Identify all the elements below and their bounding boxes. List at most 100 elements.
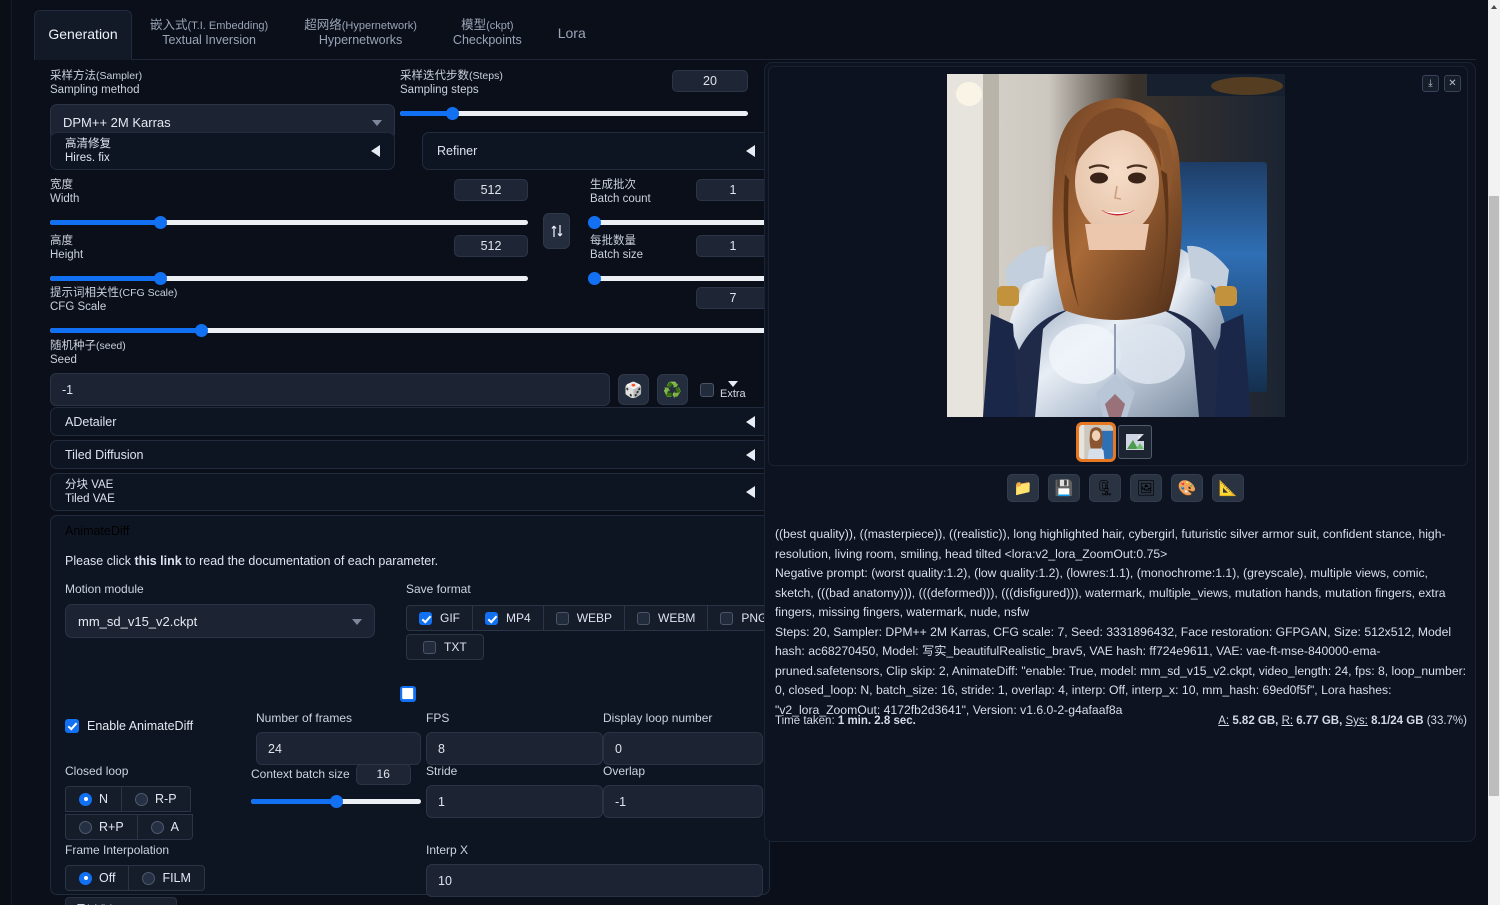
page-content: Generation 嵌入式(T.I. Embedding) Textual I… (12, 0, 1490, 905)
steps-value-input[interactable]: 20 (672, 70, 748, 92)
seed-input[interactable]: -1 (50, 373, 610, 406)
save-format-label: Save format (406, 582, 471, 596)
cfg-slider[interactable] (50, 323, 770, 337)
download-icon: ⤓ (1428, 78, 1433, 89)
closed-loop-option-n[interactable]: N (65, 786, 123, 812)
tiled-vae-title-en: Tiled VAE (65, 492, 115, 505)
batch-size-slider[interactable] (588, 271, 770, 285)
prompt-text[interactable]: ((best quality)), ((masterpiece)), ((rea… (775, 525, 1467, 564)
negative-prompt-text[interactable]: Negative prompt: (worst quality:1.2), (l… (775, 564, 1467, 623)
page-left-edge (0, 0, 12, 905)
format-checkbox-webp[interactable]: WEBP (543, 605, 626, 631)
batch-size-input[interactable]: 1 (696, 235, 770, 257)
cfg-label-en: CFG Scale (50, 301, 107, 313)
save-button[interactable]: 💾 (1048, 474, 1080, 502)
radio-film (142, 871, 156, 885)
motion-module-select[interactable]: mm_sd_v15_v2.ckpt (65, 604, 375, 638)
format-checkbox-gif[interactable]: GIF (406, 605, 473, 631)
reuse-seed-button[interactable]: ♻️ (657, 374, 688, 405)
batch-count-slider[interactable] (588, 215, 770, 229)
height-slider[interactable] (50, 271, 528, 285)
close-preview-button[interactable]: ✕ (1444, 75, 1461, 92)
tab-lora[interactable]: Lora (540, 10, 604, 59)
frame-interp-option-film[interactable]: FILM (129, 865, 205, 891)
send-to-inpaint-button[interactable]: 🎨 (1171, 474, 1203, 502)
accordion-tiled-diffusion[interactable]: Tiled Diffusion (50, 440, 770, 469)
tiled-vae-title-zh: 分块 VAE (65, 478, 114, 491)
steps-slider[interactable] (400, 106, 748, 120)
random-seed-button[interactable]: 🎲 (618, 374, 649, 405)
frame-interp-film-label: FILM (162, 871, 191, 885)
context-batch-slider-knob[interactable] (330, 794, 343, 808)
scrollbar-thumb[interactable] (1489, 196, 1499, 796)
scroll-up-arrow-icon[interactable] (1491, 5, 1497, 9)
fps-group: FPS 8 (426, 711, 603, 765)
context-batch-input[interactable]: 16 (355, 764, 411, 785)
accordion-hires-fix[interactable]: 高清修复 Hires. fix (50, 132, 395, 170)
tab-hypernetworks[interactable]: 超网络(Hypernetwork) Hypernetworks (286, 10, 435, 59)
refresh-motion-modules-button[interactable]: 🔄 (400, 686, 416, 702)
seed-group: 随机种子(seed) Seed -1 🎲 ♻️ Extra (50, 340, 770, 406)
tab-hn-label: Hypernetworks (318, 32, 403, 47)
context-batch-slider[interactable] (251, 794, 421, 808)
enable-checkbox-box (65, 719, 79, 733)
extra-seed-checkbox[interactable] (700, 382, 714, 397)
open-folder-button[interactable]: 📁 (1007, 474, 1039, 502)
generated-image-thumbnail[interactable] (1076, 422, 1116, 462)
closed-loop-option-rp-minus[interactable]: R-P (122, 786, 191, 812)
fps-input[interactable]: 8 (426, 732, 603, 765)
batch-size-slider-knob[interactable] (588, 271, 601, 285)
format-checkbox-webm[interactable]: WEBM (625, 605, 709, 631)
steps-slider-knob[interactable] (446, 106, 460, 120)
interp-x-input[interactable]: 10 (426, 864, 763, 897)
motion-module-label: Motion module (65, 582, 144, 596)
width-value-input[interactable]: 512 (454, 179, 528, 201)
mem-a-label: A: (1218, 715, 1230, 727)
browser-scrollbar[interactable] (1488, 0, 1500, 905)
stride-input[interactable]: 1 (426, 785, 603, 818)
radio-r-plus-p (79, 820, 92, 834)
video-source-tab[interactable]: Video source (65, 897, 177, 905)
accordion-tiled-vae[interactable]: 分块 VAE Tiled VAE (50, 473, 770, 511)
accordion-refiner[interactable]: Refiner (422, 132, 770, 170)
enable-animatediff-checkbox[interactable]: Enable AnimateDiff (65, 719, 193, 733)
format-checkbox-txt[interactable]: TXT (406, 634, 484, 660)
width-slider[interactable] (50, 215, 528, 229)
send-to-img2img-button[interactable]: 🖼 (1130, 474, 1162, 502)
closed-loop-option-rp-plus[interactable]: R+P (65, 814, 138, 840)
closed-loop-option-a[interactable]: A (137, 814, 194, 840)
frame-interp-option-off[interactable]: Off (65, 865, 130, 891)
format-checkbox-mp4[interactable]: MP4 (473, 605, 544, 631)
zip-button[interactable]: 🗜 (1089, 474, 1121, 502)
overlap-input[interactable]: -1 (603, 785, 763, 818)
generation-params-text[interactable]: Steps: 20, Sampler: DPM++ 2M Karras, CFG… (775, 623, 1467, 721)
mem-a-value: 5.82 GB, (1232, 715, 1279, 727)
output-toolbar: 📁 💾 🗜 🖼 🎨 📐 (1007, 474, 1244, 502)
cfg-slider-knob[interactable] (195, 323, 209, 337)
download-image-button[interactable]: ⤓ (1422, 75, 1439, 92)
animatediff-title[interactable]: AnimateDiff (65, 524, 129, 538)
tab-checkpoints[interactable]: 模型(ckpt) Checkpoints (435, 10, 540, 59)
chevron-down-icon (727, 380, 738, 387)
stats-footer: Time taken: 1 min. 2.8 sec. A: 5.82 GB, … (775, 715, 1467, 727)
video-placeholder-thumbnail[interactable] (1118, 425, 1152, 459)
cfg-value-input[interactable]: 7 (696, 287, 770, 309)
batch-count-input[interactable]: 1 (696, 179, 770, 201)
generated-image[interactable] (947, 74, 1285, 417)
documentation-link[interactable]: this link (134, 554, 181, 568)
steps-label-zh: 采样迭代步数 (400, 70, 469, 82)
height-value-input[interactable]: 512 (454, 235, 528, 257)
frames-input[interactable]: 24 (256, 732, 421, 765)
swap-dimensions-button[interactable] (543, 213, 570, 249)
send-to-extras-button[interactable]: 📐 (1212, 474, 1244, 502)
height-slider-knob[interactable] (153, 271, 167, 285)
context-batch-group: Context batch size 16 (251, 764, 421, 808)
webp-checkbox-box (555, 611, 569, 625)
tab-generation[interactable]: Generation (34, 10, 132, 60)
accordion-adetailer[interactable]: ADetailer (50, 407, 770, 436)
batch-count-slider-knob[interactable] (588, 215, 601, 229)
display-loop-input[interactable]: 0 (603, 732, 763, 765)
swap-arrows-icon (550, 225, 563, 237)
tab-textual-inversion[interactable]: 嵌入式(T.I. Embedding) Textual Inversion (132, 10, 286, 59)
width-slider-knob[interactable] (153, 215, 167, 229)
